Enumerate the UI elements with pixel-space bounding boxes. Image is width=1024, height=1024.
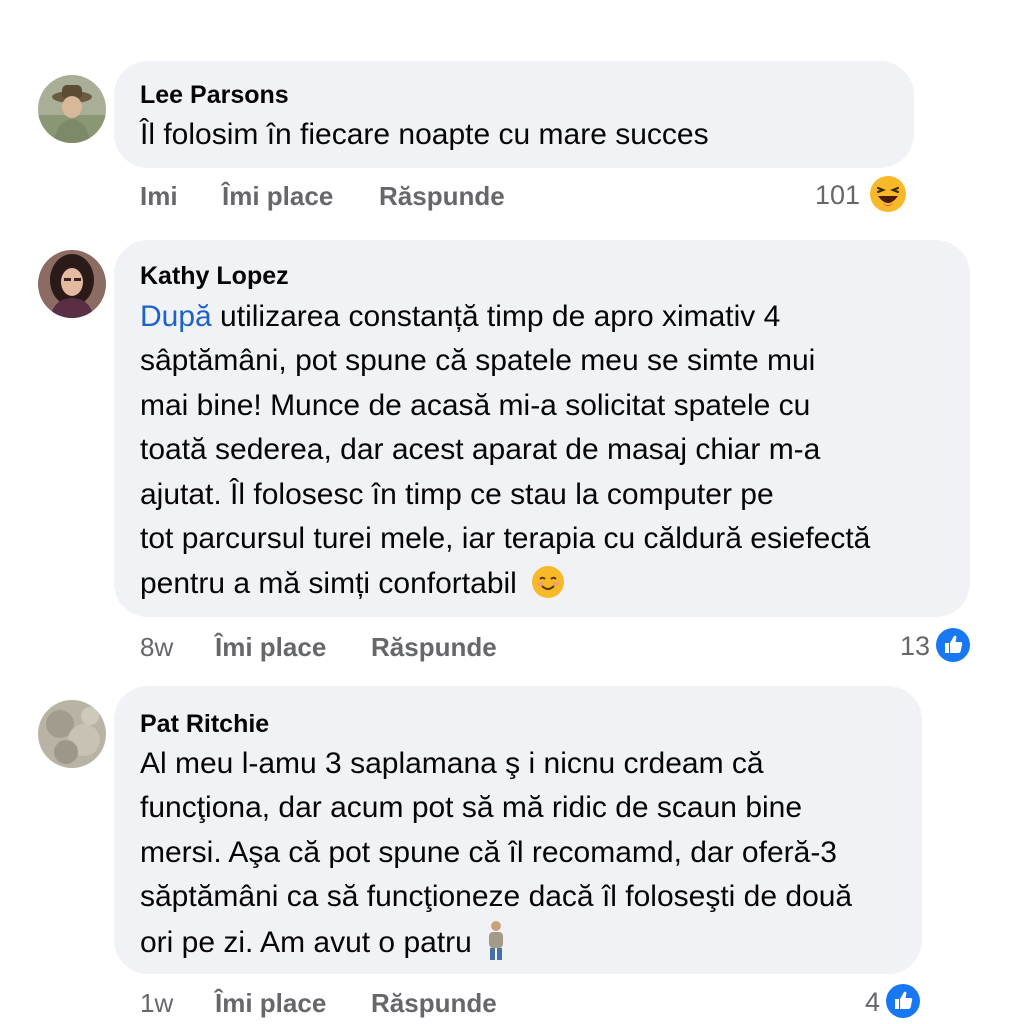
comment-link[interactable]: După xyxy=(140,300,212,333)
comment-time[interactable]: Imi xyxy=(140,181,178,212)
reaction-count[interactable]: 4 xyxy=(780,987,880,1018)
comment-text-line: ori pe zi. Am avut o patru xyxy=(140,920,508,966)
like-thumb-icon[interactable] xyxy=(885,983,921,1019)
comment-text-line: Al meu l-amu 3 saplamana ş i nicnu crdea… xyxy=(140,747,764,780)
reaction-count[interactable]: 101 xyxy=(760,180,860,211)
haha-emoji-icon[interactable] xyxy=(869,175,907,213)
comment-author[interactable]: Pat Ritchie xyxy=(140,710,269,739)
comment-time[interactable]: 8w xyxy=(140,632,173,663)
comment-text-line: utilizarea constanță timp de apro ximati… xyxy=(211,300,781,333)
comment-text-line-last: pentru a mă simți confortabil xyxy=(140,567,517,600)
reply-button[interactable]: Răspunde xyxy=(371,632,497,663)
comment-text-line-last: ori pe zi. Am avut o patru xyxy=(140,926,472,959)
comment-text-line: pentru a mă simți confortabil xyxy=(140,562,565,607)
comment-text-line: ajutat. Îl folosesc în timp ce stau la c… xyxy=(140,478,774,511)
comment-text-line: toată sederea, dar acest aparat de masaj… xyxy=(140,433,821,466)
like-button[interactable]: Îmi place xyxy=(215,632,326,663)
like-thumb-icon[interactable] xyxy=(935,627,971,663)
like-button[interactable]: Îmi place xyxy=(222,181,333,212)
comment-text-line: funcţiona, dar acum pot să mă ridic de s… xyxy=(140,791,803,824)
avatar[interactable] xyxy=(38,75,106,143)
smiling-emoji-icon xyxy=(532,566,565,598)
person-standing-emoji-icon xyxy=(489,921,504,960)
reaction-count[interactable]: 13 xyxy=(830,631,930,662)
reply-button[interactable]: Răspunde xyxy=(371,988,497,1019)
comment-text-line: mai bine! Munce de acasă mi-a solicitat … xyxy=(140,389,811,422)
comment-text: După utilizarea constanță timp de apro x… xyxy=(140,295,780,340)
comment-text-line: tot parcursul turei mele, iar terapia cu… xyxy=(140,522,871,555)
comment-author[interactable]: Lee Parsons xyxy=(140,81,289,110)
reply-button[interactable]: Răspunde xyxy=(379,181,505,212)
avatar[interactable] xyxy=(38,250,106,318)
comment-time[interactable]: 1w xyxy=(140,988,173,1019)
comment-text-line: sâptămâni, pot spune că spatele meu se s… xyxy=(140,344,816,377)
avatar[interactable] xyxy=(38,700,106,768)
like-button[interactable]: Îmi place xyxy=(215,988,326,1019)
comment-author[interactable]: Kathy Lopez xyxy=(140,262,289,291)
comment-text: Îl folosim în fiecare noapte cu mare suc… xyxy=(140,118,709,151)
comment-text-line: mersi. Aşa că pot spune că îl recomamd, … xyxy=(140,836,837,869)
comment-text-line: săptămâni ca să funcţioneze dacă îl folo… xyxy=(140,880,853,913)
